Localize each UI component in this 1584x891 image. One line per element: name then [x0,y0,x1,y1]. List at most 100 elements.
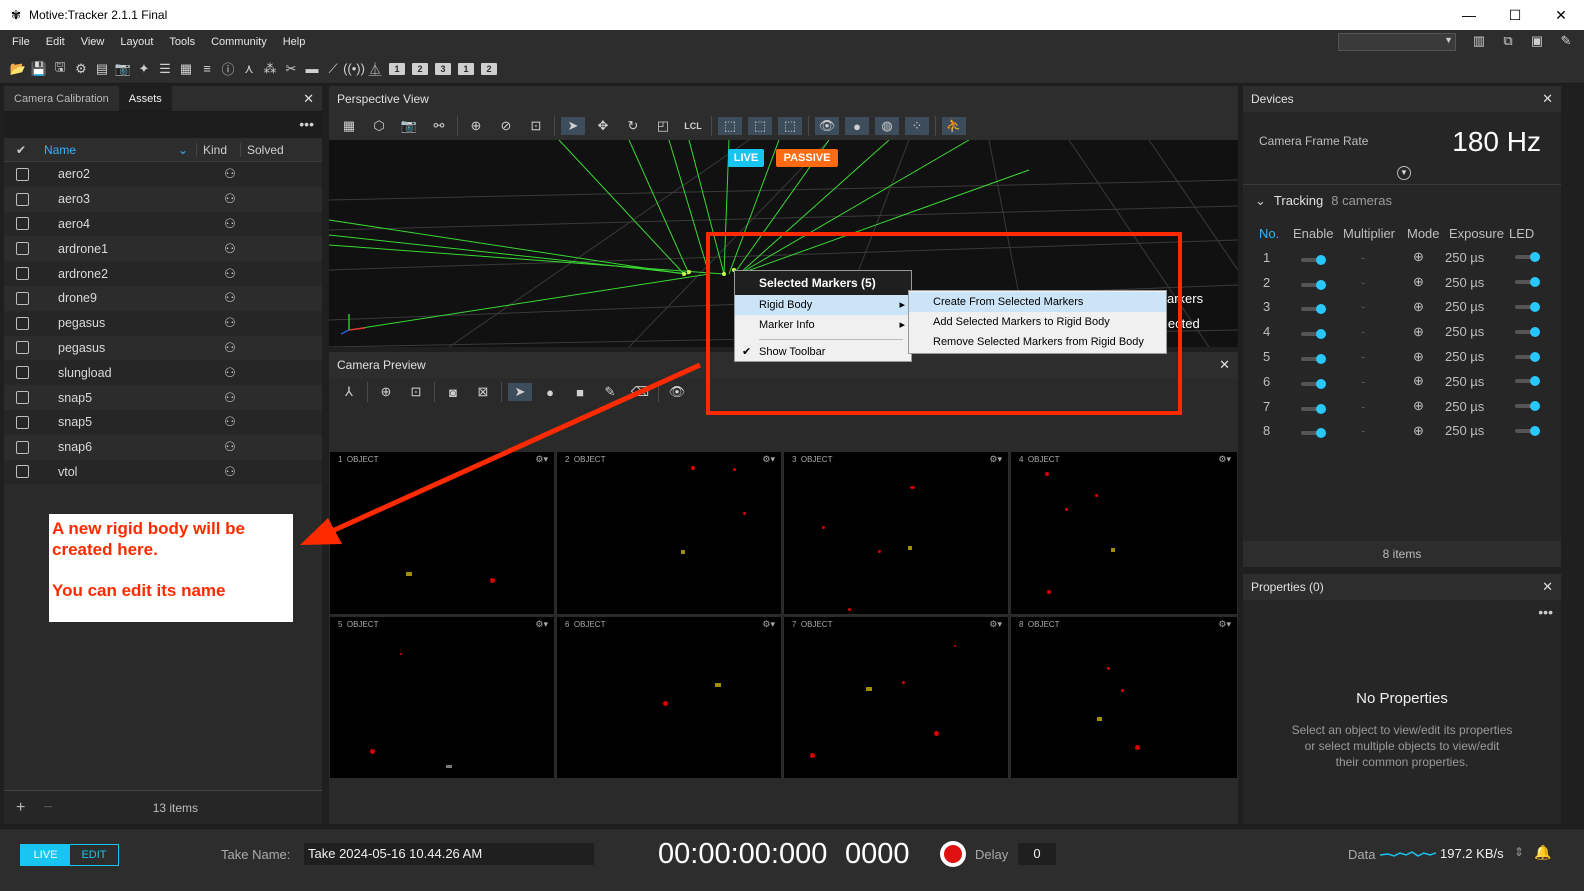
menu-item-add-to-rigid-body[interactable]: Add Selected Markers to Rigid Body [909,312,1166,332]
table-row[interactable]: 6 - ⊕ 250 µs [1259,369,1549,394]
gear-icon[interactable]: ⚙▾ [1218,454,1231,465]
live-mode-button[interactable]: LIVE [21,845,70,865]
rigid-body-icon[interactable]: ⋏ [240,60,258,78]
table-row[interactable]: 2 - ⊕ 250 µs [1259,270,1549,295]
open-icon[interactable]: 📂 [9,60,27,78]
save-icon[interactable]: 💾 [30,60,48,78]
camera-cell-7[interactable]: 7 OBJECT ⚙▾ [784,617,1008,778]
multiplier-value[interactable]: - [1361,275,1413,290]
skeleton-icon[interactable]: ⚯ [427,117,451,135]
layout-capture-icon[interactable]: ▣ [1527,32,1547,50]
remove-icon[interactable]: − [43,799,52,817]
multiplier-value[interactable]: - [1361,423,1413,438]
mode-toggle[interactable]: LIVE EDIT [20,844,119,866]
multiplier-value[interactable]: - [1361,349,1413,364]
led-toggle[interactable] [1515,277,1540,288]
checkbox[interactable] [16,242,29,256]
rotate-tool-icon[interactable]: ↻ [621,117,645,135]
close-icon[interactable]: ✕ [1219,357,1230,373]
camera-icon[interactable]: 📷 [397,117,421,135]
expand-icon[interactable]: ▼ [1397,166,1411,180]
menu-item-rigid-body[interactable]: Rigid Body ▸ [735,295,911,315]
column-led[interactable]: LED [1509,226,1539,241]
multiplier-value[interactable]: - [1361,374,1413,389]
capture-icon[interactable]: ▦ [177,60,195,78]
checkbox[interactable] [16,440,29,454]
graph-icon[interactable]: ⟋ [324,60,342,78]
gear-icon[interactable]: ⚙▾ [989,619,1002,630]
view-single-2-button[interactable]: 2 [481,62,497,75]
checkbox[interactable] [16,391,29,405]
enable-toggle[interactable] [1301,254,1326,265]
zoom-icon[interactable]: ⊕ [374,383,398,401]
camera-cell-6[interactable]: 6 OBJECT ⚙▾ [557,617,781,778]
chevron-updown-icon[interactable]: ⇕ [1514,845,1524,859]
select-rigid-icon[interactable]: ⬚ [748,117,772,135]
menu-item-remove-from-rigid-body[interactable]: Remove Selected Markers from Rigid Body [909,332,1166,352]
close-icon[interactable]: ✕ [303,91,314,107]
minimize-button[interactable]: — [1446,0,1492,30]
checkbox[interactable] [16,217,29,231]
table-row[interactable]: 3 - ⊕ 250 µs [1259,295,1549,320]
gear-icon[interactable]: ⚙▾ [762,454,775,465]
mode-icon[interactable]: ⊕ [1413,299,1441,315]
gear-icon[interactable]: ⚙▾ [1218,619,1231,630]
eraser-tool-icon[interactable]: ⌫ [628,383,652,401]
delay-input[interactable]: 0 [1018,843,1056,865]
broadcast-icon[interactable]: ((•)) [343,60,365,78]
enable-toggle[interactable] [1301,329,1326,340]
checkbox[interactable] [16,465,29,479]
gear-icon[interactable]: ⚙▾ [989,454,1002,465]
check-all-icon[interactable]: ✔ [4,143,44,157]
zoom-extent-icon[interactable]: ⊡ [524,117,548,135]
menu-community[interactable]: Community [203,36,275,48]
view-1-button[interactable]: 1 [389,62,405,75]
enable-toggle[interactable] [1301,403,1326,414]
table-row[interactable]: 4 - ⊕ 250 µs [1259,319,1549,344]
camera-cell-3[interactable]: 3 OBJECT ⚙▾ [784,452,1008,614]
exposure-value[interactable]: 250 µs [1441,423,1515,438]
tracking-group[interactable]: ⌄ Tracking 8 cameras [1255,193,1392,209]
view-3-button[interactable]: 3 [435,62,451,75]
notification-bell-icon[interactable]: 🔔 [1534,844,1551,861]
take-name-input[interactable]: Take 2024-05-16 10.44.26 AM [304,843,594,865]
zoom-fit-icon[interactable]: ⊡ [404,383,428,401]
column-mode[interactable]: Mode [1407,226,1449,241]
tools-icon[interactable]: ✂ [282,60,300,78]
column-exposure[interactable]: Exposure [1449,226,1509,241]
sync-icon[interactable]: ▬ [303,60,321,78]
list-item[interactable]: vtol ⚇ [4,459,322,485]
exposure-value[interactable]: 250 µs [1441,349,1515,364]
led-toggle[interactable] [1515,376,1540,387]
mode-icon[interactable]: ⊕ [1413,373,1441,389]
view-2-button[interactable]: 2 [412,62,428,75]
move-tool-icon[interactable]: ✥ [591,117,615,135]
exposure-value[interactable]: 250 µs [1441,250,1515,265]
table-row[interactable]: 7 - ⊕ 250 µs [1259,394,1549,419]
skeleton-icon[interactable]: ⁂ [261,60,279,78]
add-icon[interactable]: + [16,799,25,817]
multiplier-value[interactable]: - [1361,299,1413,314]
multiplier-value[interactable]: - [1361,250,1413,265]
layout-dropdown[interactable]: ▼ [1338,33,1456,51]
list-item[interactable]: snap5 ⚇ [4,409,322,435]
list-item[interactable]: ardrone1 ⚇ [4,236,322,262]
mode-icon[interactable]: ⊕ [1413,398,1441,414]
menu-layout[interactable]: Layout [112,36,161,48]
marker-labels-icon[interactable]: ◍ [875,117,899,135]
camera-cell-8[interactable]: 8 OBJECT ⚙▾ [1011,617,1237,778]
record-button[interactable] [940,841,966,867]
select-markers-icon[interactable]: ⬚ [718,117,742,135]
mode-icon[interactable]: ⊕ [1413,249,1441,265]
enable-toggle[interactable] [1301,354,1326,365]
menu-view[interactable]: View [73,36,113,48]
led-toggle[interactable] [1515,252,1540,263]
table-row[interactable]: 1 - ⊕ 250 µs [1259,245,1549,270]
menu-item-create-from-selected[interactable]: Create From Selected Markers [909,292,1166,312]
menu-file[interactable]: File [4,36,38,48]
list-item[interactable]: aero4 ⚇ [4,211,322,237]
menu-tools[interactable]: Tools [161,36,203,48]
zoom-icon[interactable]: ⊕ [464,117,488,135]
column-no[interactable]: No. [1259,226,1293,241]
camera-cell-4[interactable]: 4 OBJECT ⚙▾ [1011,452,1237,614]
